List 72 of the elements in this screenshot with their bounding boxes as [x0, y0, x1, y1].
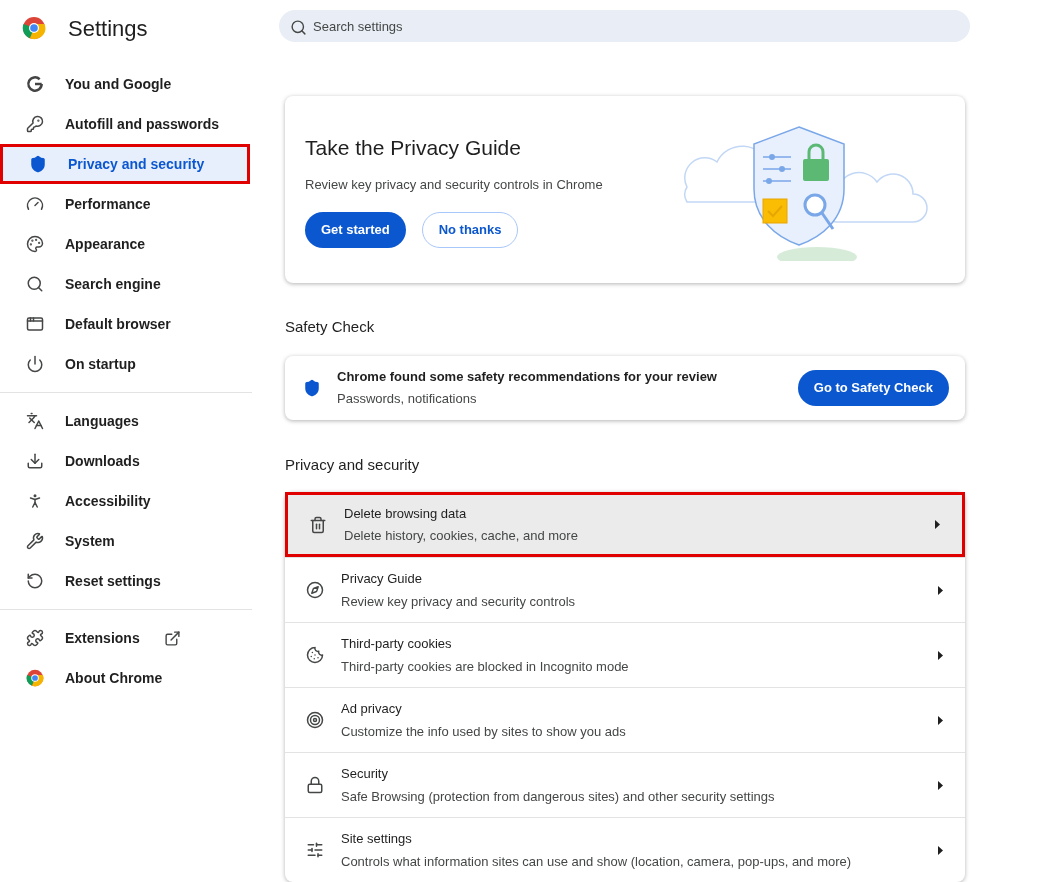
- sidebar-item[interactable]: Appearance: [0, 224, 250, 264]
- safety-check-title: Chrome found some safety recommendations for your review: [337, 367, 718, 386]
- palette-icon: [26, 235, 44, 253]
- card-description: Review key privacy and security controls in Chrome: [305, 176, 603, 194]
- settings-row[interactable]: Site settings Controls what information sites can use and show (location, camera, pop-ups, and more): [285, 817, 965, 882]
- sidebar-item[interactable]: System: [0, 521, 250, 561]
- settings-row[interactable]: Security Safe Browsing (protection from dangerous sites) and other security settings: [285, 752, 965, 817]
- download-icon: [26, 452, 44, 470]
- settings-row[interactable]: Third-party cookies Third-party cookies are blocked in Incognito mode: [285, 622, 965, 687]
- chrome-logo-icon: [22, 16, 46, 40]
- sidebar-item[interactable]: Downloads: [0, 441, 250, 481]
- sidebar-item[interactable]: On startup: [0, 344, 250, 384]
- lock-icon: [306, 776, 324, 794]
- card-title: Take the Privacy Guide: [305, 134, 522, 161]
- sidebar-item[interactable]: Privacy and security: [0, 144, 250, 184]
- browser-window-icon: [26, 315, 44, 333]
- sidebar-item[interactable]: Languages: [0, 401, 250, 441]
- sidebar-item[interactable]: You and Google: [0, 64, 250, 104]
- search-icon: [290, 19, 307, 36]
- row-subtitle: Delete history, cookies, cache, and more: [344, 527, 579, 545]
- google-g-icon: [25, 74, 45, 94]
- row-title: Site settings: [341, 830, 413, 848]
- caret-icon: [935, 520, 940, 529]
- sidebar-item[interactable]: Accessibility: [0, 481, 250, 521]
- puzzle-icon: [26, 629, 44, 647]
- row-title: Security: [341, 765, 389, 783]
- reset-icon: [26, 572, 44, 590]
- safety-check-subtitle: Passwords, notifications: [337, 390, 478, 408]
- settings-row[interactable]: Ad privacy Customize the info used by sites to show you ads: [285, 687, 965, 752]
- row-title: Ad privacy: [341, 700, 403, 718]
- section-heading: Privacy and security: [285, 454, 421, 475]
- cookie-icon: [306, 646, 324, 664]
- target-icon: [306, 711, 324, 729]
- caret-icon: [938, 585, 943, 595]
- sidebar-item[interactable]: Reset settings: [0, 561, 250, 601]
- row-subtitle: Third-party cookies are blocked in Incognito mode: [341, 657, 630, 676]
- key-icon: [26, 115, 44, 133]
- translate-icon: [26, 412, 44, 430]
- caret-icon: [938, 845, 943, 855]
- row-subtitle: Review key privacy and security controls: [341, 592, 577, 611]
- trash-icon: [309, 515, 327, 534]
- sliders-icon: [306, 841, 324, 859]
- row-subtitle: Safe Browsing (protection from dangerous sites) and other security settings: [341, 787, 776, 806]
- sidebar-item[interactable]: Search engine: [0, 264, 250, 304]
- caret-icon: [938, 780, 943, 790]
- sidebar-item[interactable]: Autofill and passwords: [0, 104, 250, 144]
- row-title: Third-party cookies: [341, 635, 453, 653]
- row-subtitle: Customize the info used by sites to show you ads: [341, 722, 627, 741]
- search-field[interactable]: Search settings: [279, 10, 970, 42]
- shield-icon: [303, 378, 321, 397]
- sidebar-item[interactable]: Performance: [0, 184, 250, 224]
- safety-check-button[interactable]: Go to Safety Check: [797, 369, 949, 406]
- shield-icon: [29, 155, 47, 173]
- row-title: Delete browsing data: [344, 504, 468, 523]
- power-icon: [26, 355, 44, 373]
- section-heading: Safety Check: [285, 317, 376, 337]
- caret-icon: [938, 650, 943, 660]
- row-title: Privacy Guide: [341, 570, 423, 588]
- primary-button[interactable]: Get started: [305, 211, 406, 248]
- search-icon: [26, 275, 44, 293]
- sidebar-item[interactable]: About Chrome: [0, 658, 250, 698]
- row-subtitle: Controls what information sites can use and show (location, camera, pop-ups, and more): [341, 852, 853, 871]
- gauge-icon: [26, 195, 44, 213]
- wrench-icon: [26, 532, 44, 550]
- settings-row[interactable]: Privacy Guide Review key privacy and security controls: [285, 557, 965, 622]
- compass-icon: [306, 581, 324, 599]
- caret-icon: [938, 715, 943, 725]
- sidebar-item[interactable]: Default browser: [0, 304, 250, 344]
- sidebar-item[interactable]: Extensions: [0, 618, 250, 658]
- settings-row[interactable]: Delete browsing data Delete history, cookies, cache, and more: [285, 492, 965, 557]
- settings-title: Settings: [68, 14, 148, 43]
- browser-logo-icon: [26, 669, 44, 687]
